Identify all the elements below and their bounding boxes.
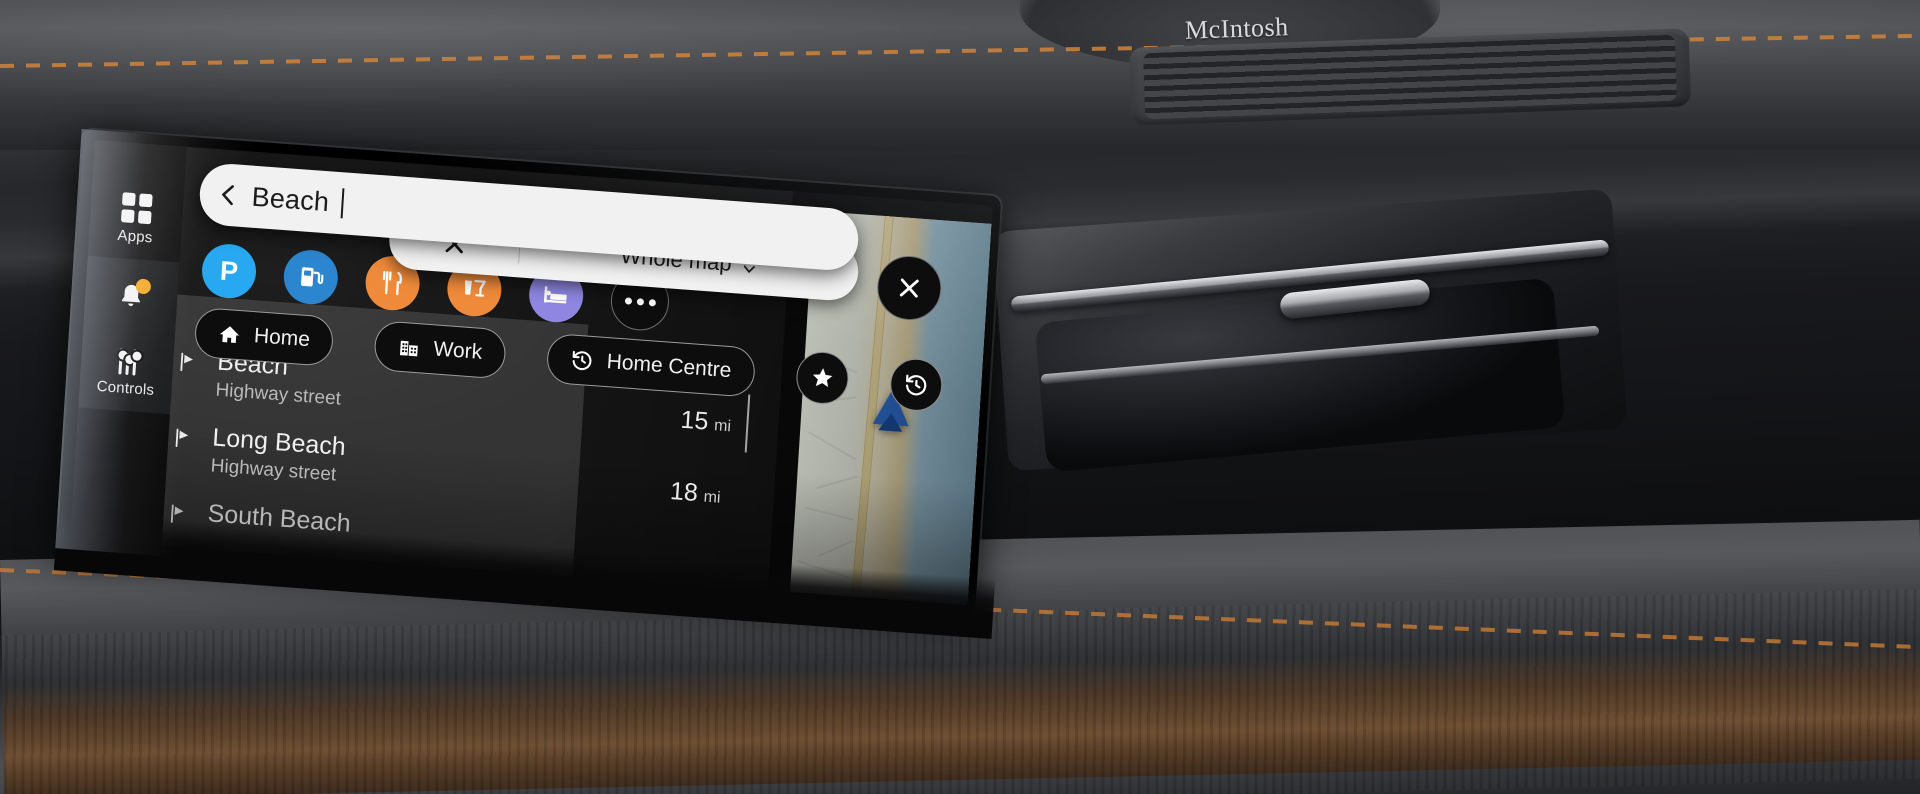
sidebar-item-apps[interactable]: Apps bbox=[88, 176, 185, 263]
screen-content: Apps Controls Beach Whole map P Home Wor… bbox=[69, 140, 993, 606]
history-icon bbox=[905, 374, 926, 396]
recent-history-button[interactable] bbox=[888, 356, 944, 413]
distance-marker: 18 mi bbox=[669, 477, 721, 510]
search-result-title: South Beach bbox=[206, 498, 352, 538]
ellipsis-dot bbox=[648, 298, 656, 306]
star-icon bbox=[812, 368, 832, 387]
home-icon bbox=[220, 325, 240, 343]
quick-action-work-label: Work bbox=[432, 337, 483, 364]
building-icon bbox=[400, 340, 418, 356]
bed-icon bbox=[543, 286, 567, 304]
notification-bell-icon bbox=[115, 278, 152, 312]
distance-marker: 15 mi bbox=[680, 406, 732, 439]
ellipsis-dot bbox=[636, 297, 644, 306]
category-parking[interactable]: P bbox=[200, 242, 258, 301]
history-icon bbox=[572, 350, 592, 371]
grille-slats bbox=[1143, 34, 1677, 120]
flag-icon bbox=[170, 420, 195, 475]
quick-action-home-centre-label: Home Centre bbox=[606, 350, 733, 383]
fork-knife-icon bbox=[382, 270, 403, 296]
screenshot-root: McIntosh Apps Controls Beach Whole map P… bbox=[0, 0, 1920, 794]
search-input[interactable]: Beach bbox=[251, 181, 330, 218]
favorites-button[interactable] bbox=[794, 350, 850, 406]
fuel-pump-icon bbox=[301, 267, 324, 287]
drinks-icon bbox=[465, 279, 486, 297]
distance-value: 18 bbox=[669, 477, 699, 508]
quick-action-home-label: Home bbox=[253, 324, 311, 352]
ellipsis-dot bbox=[624, 296, 632, 305]
sidebar-item-apps-label: Apps bbox=[117, 226, 153, 247]
sidebar-item-notifications[interactable] bbox=[83, 255, 180, 337]
distance-unit: mi bbox=[703, 488, 721, 507]
category-gas-station[interactable] bbox=[282, 248, 340, 307]
text-cursor bbox=[340, 188, 345, 219]
parking-icon: P bbox=[219, 255, 239, 287]
notification-badge bbox=[135, 278, 152, 295]
distance-unit: mi bbox=[713, 417, 732, 436]
minor-road bbox=[808, 431, 857, 460]
flag-icon bbox=[167, 496, 191, 531]
quick-action-work[interactable]: Work bbox=[373, 320, 507, 380]
infotainment-screen: Apps Controls Beach Whole map P Home Wor… bbox=[53, 128, 1002, 639]
quick-action-home[interactable]: Home bbox=[193, 306, 335, 367]
mcintosh-logo: McIntosh bbox=[1184, 12, 1290, 45]
back-chevron-icon[interactable] bbox=[215, 181, 243, 209]
distance-value: 15 bbox=[679, 405, 710, 436]
apps-grid-icon bbox=[120, 192, 153, 225]
